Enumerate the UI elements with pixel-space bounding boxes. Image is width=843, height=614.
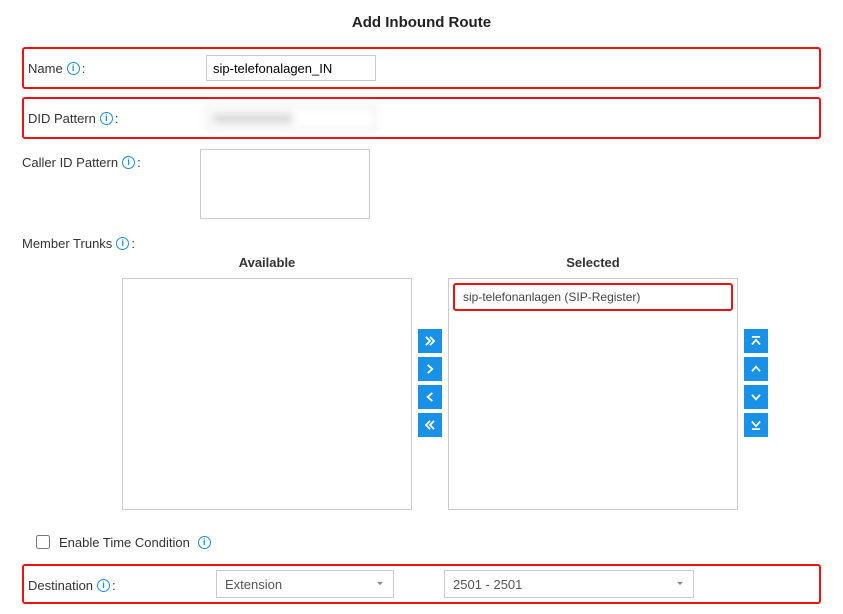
destination-value-select[interactable]: 2501 - 2501: [444, 570, 694, 598]
name-label: Name: [28, 61, 63, 76]
move-left-button[interactable]: [418, 385, 442, 409]
chevron-down-icon: [675, 577, 685, 592]
move-bottom-button[interactable]: [744, 413, 768, 437]
info-icon[interactable]: [116, 237, 129, 250]
destination-type-select[interactable]: Extension: [216, 570, 394, 598]
page-title: Add Inbound Route: [22, 14, 821, 31]
destination-label: Destination: [28, 578, 93, 593]
chevron-down-icon: [375, 577, 385, 592]
name-input[interactable]: [206, 55, 376, 81]
list-item[interactable]: sip-telefonanlagen (SIP-Register): [453, 283, 733, 311]
info-icon[interactable]: [97, 579, 110, 592]
move-right-button[interactable]: [418, 357, 442, 381]
move-up-button[interactable]: [744, 357, 768, 381]
caller-id-pattern-label: Caller ID Pattern: [22, 155, 118, 170]
did-pattern-label: DID Pattern: [28, 111, 96, 126]
destination-row-highlight: Destination : Extension 2501 - 2501: [22, 564, 821, 604]
name-row-highlight: Name :: [22, 47, 821, 89]
enable-time-condition-checkbox[interactable]: [36, 535, 50, 549]
destination-type-value: Extension: [225, 577, 282, 592]
destination-value: 2501 - 2501: [453, 577, 522, 592]
did-row-highlight: DID Pattern :: [22, 97, 821, 139]
member-trunks-label: Member Trunks: [22, 236, 112, 251]
selected-header: Selected: [448, 255, 738, 270]
enable-time-condition-label: Enable Time Condition: [59, 535, 190, 550]
move-all-right-button[interactable]: [418, 329, 442, 353]
info-icon[interactable]: [100, 112, 113, 125]
move-down-button[interactable]: [744, 385, 768, 409]
available-list[interactable]: [122, 278, 412, 510]
move-all-left-button[interactable]: [418, 413, 442, 437]
caller-id-pattern-input[interactable]: [200, 149, 370, 219]
move-top-button[interactable]: [744, 329, 768, 353]
available-header: Available: [122, 255, 412, 270]
member-trunks-transfer: Available Selected sip-telefonanlagen (S…: [122, 255, 821, 510]
info-icon[interactable]: [67, 62, 80, 75]
did-pattern-input[interactable]: [206, 105, 376, 131]
info-icon[interactable]: [198, 536, 211, 549]
info-icon[interactable]: [122, 156, 135, 169]
selected-list[interactable]: sip-telefonanlagen (SIP-Register): [448, 278, 738, 510]
